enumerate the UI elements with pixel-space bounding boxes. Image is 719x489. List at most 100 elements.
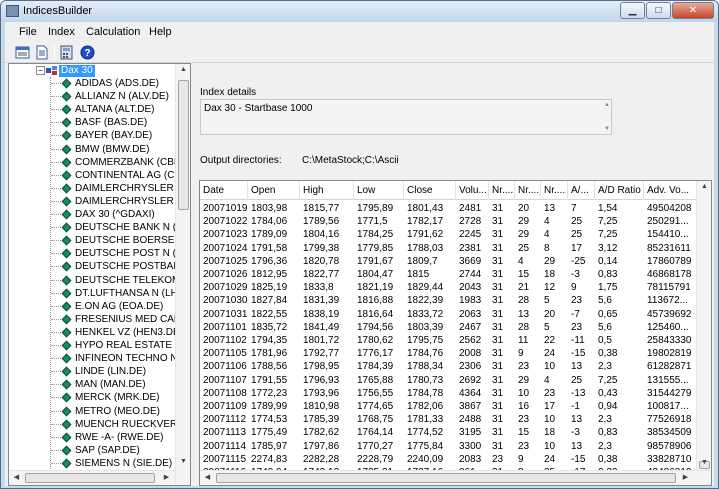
index-details-box[interactable]: Dax 30 - Startbase 1000 ▲ ▼ — [200, 99, 612, 135]
tree-item-stock[interactable]: ALLIANZ N (ALV.DE) — [9, 90, 175, 103]
tree-root-label[interactable]: Dax 30 — [59, 65, 95, 77]
h-scroll-thumb[interactable] — [25, 473, 155, 483]
table-row[interactable]: 20071025 1796,36 1820,78 1791,67 1809,7 3669 3… — [200, 255, 698, 269]
table-row[interactable]: 20071105 1781,96 1792,77 1776,17 1784,76 2008… — [200, 347, 698, 361]
menu-help[interactable]: Help — [149, 26, 172, 38]
table-row[interactable]: 20071019 1803,98 1815,77 1795,89 1801,43 2481… — [200, 202, 698, 216]
tree-item-stock[interactable]: DT.LUFTHANSA N (LHA.D — [9, 287, 190, 300]
stock-icon — [61, 209, 72, 220]
column-header[interactable]: A/D Ratio — [595, 181, 644, 200]
title-bar[interactable]: IndicesBuilder ▁ □ ✕ — [1, 1, 718, 22]
column-header[interactable]: Low — [354, 181, 404, 200]
scroll-right-icon[interactable]: ▶ — [680, 473, 691, 483]
tree-item-stock[interactable]: MERCK (MRK.DE) — [9, 391, 175, 404]
scroll-left-icon[interactable]: ◀ — [11, 473, 22, 483]
properties-icon[interactable] — [15, 45, 30, 60]
document-icon[interactable] — [34, 45, 49, 60]
tree-item-stock[interactable]: DEUTSCHE BOERSE N (D — [9, 234, 190, 247]
scroll-up-icon[interactable]: ▲ — [178, 66, 189, 76]
column-header[interactable]: Open — [248, 181, 300, 200]
table-cell: -1 — [571, 401, 580, 412]
column-header[interactable]: A/... — [568, 181, 595, 200]
table-row[interactable]: 20071107 1791,55 1796,93 1765,88 1780,73 2692… — [200, 374, 698, 388]
tree-item-stock[interactable]: DEUTSCHE POST N (DP\ — [9, 247, 190, 260]
grid-vertical-scrollbar[interactable]: ▲ ▼ — [696, 181, 711, 471]
tree-item-stock[interactable]: DAIMLERCHRYSLER N (D — [9, 195, 190, 208]
tree-item-stock[interactable]: COMMERZBANK (CBK.DE — [9, 156, 190, 169]
table-row[interactable]: 20071102 1794,35 1801,72 1780,62 1795,75 2562… — [200, 334, 698, 348]
tree-item-stock[interactable]: DEUTSCHE BANK N (DBK — [9, 221, 190, 234]
column-header[interactable]: Nr.... — [541, 181, 568, 200]
calculator-icon[interactable] — [59, 45, 74, 60]
tree-item-stock[interactable]: HENKEL VZ (HEN3.DE) — [9, 326, 183, 339]
column-header[interactable]: Nr.... — [515, 181, 541, 200]
tree-horizontal-scrollbar[interactable]: ◀ ▶ — [9, 470, 175, 485]
tree-item-stock[interactable]: MAN (MAN.DE) — [9, 378, 175, 391]
table-row[interactable]: 20071023 1789,09 1804,16 1784,25 1791,62 2245… — [200, 228, 698, 242]
tree-vertical-scrollbar[interactable]: ▲ ▼ — [175, 64, 190, 485]
maximize-button[interactable]: □ — [646, 2, 671, 19]
column-header[interactable]: Volu... — [456, 181, 489, 200]
table-row[interactable]: 20071106 1788,56 1798,95 1784,39 1788,34 2306… — [200, 360, 698, 374]
tree-item-stock[interactable]: SAP (SAP.DE) — [9, 444, 175, 457]
tree-item-stock[interactable]: MUENCH RUECKVERS N — [9, 418, 190, 431]
column-header[interactable]: Date — [200, 181, 248, 200]
table-row[interactable]: 20071026 1812,95 1822,77 1804,47 1815 2744 31 1… — [200, 268, 698, 282]
grid-horizontal-scrollbar[interactable]: ◀ ▶ — [200, 470, 711, 485]
tree-item-label: SIEMENS N (SIE.DE) — [75, 457, 173, 469]
index-tree[interactable]: − Dax 30 ADIDAS (ADS.DE) ALLIANZ N (ALV.D… — [8, 63, 191, 486]
tree-item-stock[interactable]: SIEMENS N (SIE.DE) — [9, 457, 175, 470]
tree-item-stock[interactable]: INFINEON TECHNO N (IF — [9, 352, 190, 365]
tree-item-label: LINDE (LIN.DE) — [75, 366, 147, 378]
table-row[interactable]: 20071022 1784,06 1789,56 1771,5 1782,17 2728 3… — [200, 215, 698, 229]
table-cell: -11 — [571, 335, 585, 346]
table-row[interactable]: 20071101 1835,72 1841,49 1794,56 1803,39 2467… — [200, 321, 698, 335]
tree-item-stock[interactable]: DEUTSCHE POSTBANK N — [9, 260, 190, 273]
tree-item-stock[interactable]: CONTINENTAL AG (CON. — [9, 169, 190, 182]
column-header[interactable]: Adv. Vo... — [644, 181, 698, 200]
tree-item-stock[interactable]: BAYER (BAY.DE) — [9, 129, 175, 142]
collapse-toggle[interactable]: − — [36, 66, 45, 75]
tree-item-stock[interactable]: BASF (BAS.DE) — [9, 116, 175, 129]
tree-item-stock[interactable]: ADIDAS (ADS.DE) — [9, 77, 175, 90]
tree-item-stock[interactable]: METRO (MEO.DE) — [9, 405, 175, 418]
menu-index[interactable]: Index — [48, 26, 75, 38]
tree-item-stock[interactable]: DAIMLERCHRYSLER N (D — [9, 182, 190, 195]
table-row[interactable]: 20071024 1791,58 1799,38 1779,85 1788,03 2381… — [200, 242, 698, 256]
tree-item-stock[interactable]: HYPO REAL ESTATE (HF — [9, 339, 190, 352]
close-button[interactable]: ✕ — [672, 2, 714, 19]
table-row[interactable]: 20071115 2274,83 2282,28 2228,79 2240,09 2083… — [200, 453, 698, 467]
table-row[interactable]: 20071108 1772,23 1793,96 1756,55 1784,78 4364… — [200, 387, 698, 401]
tree-item-stock[interactable]: LINDE (LIN.DE) — [9, 365, 175, 378]
tree-item-stock[interactable]: RWE -A- (RWE.DE) — [9, 431, 175, 444]
tree-item-stock[interactable]: FRESENIUS MED CARE ( — [9, 313, 190, 326]
table-row[interactable]: 20071109 1789,99 1810,98 1774,65 1782,06 3867… — [200, 400, 698, 414]
column-header[interactable]: High — [300, 181, 354, 200]
menu-file[interactable]: File — [19, 26, 37, 38]
minimize-button[interactable]: ▁ — [620, 2, 645, 19]
tree-item-stock[interactable]: DEUTSCHE TELEKOM N — [9, 274, 190, 287]
column-header[interactable]: Close — [404, 181, 456, 200]
table-row[interactable]: 20071030 1827,84 1831,39 1816,88 1822,39 1983… — [200, 294, 698, 308]
table-row[interactable]: 20071113 1775,49 1782,62 1764,14 1774,52 3195… — [200, 426, 698, 440]
table-row[interactable]: 20071031 1822,55 1838,19 1816,64 1833,72 2063… — [200, 308, 698, 322]
table-row[interactable]: 20071029 1825,19 1833,8 1821,19 1829,44 2043 3… — [200, 281, 698, 295]
scroll-thumb[interactable] — [178, 80, 189, 210]
h-scroll-thumb[interactable] — [216, 473, 676, 483]
column-header[interactable]: Nr.... — [489, 181, 515, 200]
scroll-right-icon[interactable]: ▶ — [161, 473, 172, 483]
tree-item-stock[interactable]: BMW (BMW.DE) — [9, 143, 175, 156]
scroll-up-icon[interactable]: ▲ — [699, 183, 710, 193]
tree-root[interactable]: − Dax 30 — [9, 64, 179, 77]
help-icon[interactable]: ? — [80, 45, 95, 60]
tree-item-stock[interactable]: ALTANA (ALT.DE) — [9, 103, 175, 116]
table-row[interactable]: 20071114 1785,97 1797,86 1770,27 1775,84 3300… — [200, 440, 698, 454]
menu-calculation[interactable]: Calculation — [86, 26, 140, 38]
scroll-down-icon[interactable]: ▼ — [178, 458, 189, 468]
tree-item-stock[interactable]: E.ON AG (EOA.DE) — [9, 300, 175, 313]
quotes-grid[interactable]: Date Open High Low Close Volu... Nr.... Nr.... N… — [199, 180, 712, 486]
table-row[interactable]: 20071112 1774,53 1785,39 1768,75 1781,33 2488… — [200, 413, 698, 427]
tree-item-stock[interactable]: DAX 30 (^GDAXI) — [9, 208, 175, 221]
scroll-left-icon[interactable]: ◀ — [202, 473, 213, 483]
scroll-down-icon[interactable]: ▼ — [699, 459, 710, 469]
